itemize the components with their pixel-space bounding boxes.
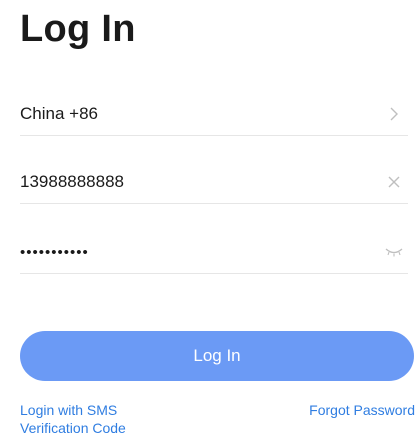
page-title: Log In [20,8,136,50]
phone-number-value: 13988888888 [20,171,125,191]
eye-closed-icon[interactable] [382,240,406,264]
clear-icon[interactable] [382,170,406,194]
country-code-value: China +86 [20,103,98,123]
chevron-right-icon [382,102,406,126]
sms-login-link[interactable]: Login with SMS Verification Code [20,401,180,437]
password-input[interactable]: ••••••••••• [20,230,408,274]
phone-input[interactable]: 13988888888 [20,160,408,204]
forgot-password-link[interactable]: Forgot Password [309,401,415,419]
password-value: ••••••••••• [20,244,89,261]
login-button[interactable]: Log In [20,331,414,381]
login-screen: Log In China +86 13988888888 ••••••••••• [0,0,417,441]
country-selector[interactable]: China +86 [20,92,408,136]
